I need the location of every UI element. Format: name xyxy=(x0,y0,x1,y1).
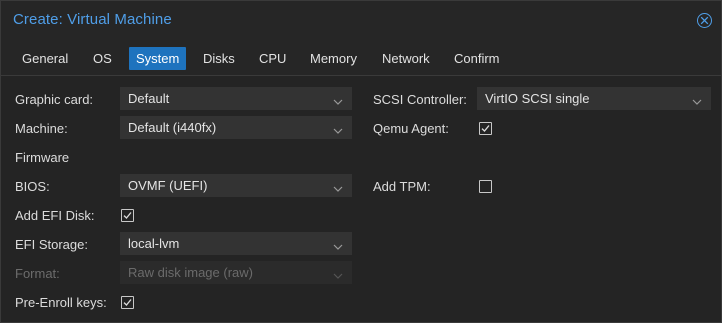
add-tpm-checkbox[interactable] xyxy=(479,180,492,193)
add-efi-disk-label: Add EFI Disk: xyxy=(15,208,95,223)
system-form: Graphic card: Default Machine: Default (… xyxy=(1,76,721,322)
qemu-agent-label: Qemu Agent: xyxy=(373,121,449,136)
add-tpm-label: Add TPM: xyxy=(373,179,431,194)
machine-select[interactable]: Default (i440fx) xyxy=(120,116,352,139)
format-label: Format: xyxy=(15,266,60,281)
tab-network[interactable]: Network xyxy=(375,47,437,70)
checkmark-icon xyxy=(123,299,132,306)
scsi-controller-label: SCSI Controller: xyxy=(373,92,467,107)
efi-storage-value: local-lvm xyxy=(128,236,180,251)
chevron-down-icon xyxy=(333,268,343,283)
scsi-controller-select[interactable]: VirtIO SCSI single xyxy=(477,87,711,110)
graphic-card-select[interactable]: Default xyxy=(120,87,352,110)
pre-enroll-keys-label: Pre-Enroll keys: xyxy=(15,295,107,310)
firmware-heading: Firmware xyxy=(15,150,70,165)
format-select: Raw disk image (raw) xyxy=(120,261,352,284)
graphic-card-value: Default xyxy=(128,91,170,106)
bios-label: BIOS: xyxy=(15,179,50,194)
checkmark-icon xyxy=(123,212,132,219)
checkmark-icon xyxy=(481,125,490,132)
format-value: Raw disk image (raw) xyxy=(128,265,253,280)
bios-select[interactable]: OVMF (UEFI) xyxy=(120,174,352,197)
add-efi-disk-checkbox[interactable] xyxy=(121,209,134,222)
dialog-titlebar: Create: Virtual Machine xyxy=(1,1,721,39)
machine-value: Default (i440fx) xyxy=(128,120,217,135)
efi-storage-select[interactable]: local-lvm xyxy=(120,232,352,255)
close-circle-icon[interactable] xyxy=(697,13,712,28)
scsi-controller-value: VirtIO SCSI single xyxy=(485,91,590,106)
bios-value: OVMF (UEFI) xyxy=(128,178,208,193)
pre-enroll-keys-checkbox[interactable] xyxy=(121,296,134,309)
graphic-card-label: Graphic card: xyxy=(15,92,94,107)
tab-general[interactable]: General xyxy=(15,47,75,70)
chevron-down-icon xyxy=(333,181,343,196)
tab-memory[interactable]: Memory xyxy=(303,47,364,70)
chevron-down-icon xyxy=(333,94,343,109)
qemu-agent-checkbox[interactable] xyxy=(479,122,492,135)
create-vm-dialog: Create: Virtual Machine General OS Syste… xyxy=(0,0,722,323)
tab-cpu[interactable]: CPU xyxy=(252,47,293,70)
tab-confirm[interactable]: Confirm xyxy=(447,47,507,70)
tab-os[interactable]: OS xyxy=(86,47,119,70)
efi-storage-label: EFI Storage: xyxy=(15,237,88,252)
chevron-down-icon xyxy=(692,94,702,109)
wizard-tab-bar: General OS System Disks CPU Memory Netwo… xyxy=(1,39,721,76)
dialog-title: Create: Virtual Machine xyxy=(13,11,172,28)
tab-disks[interactable]: Disks xyxy=(196,47,242,70)
tab-system[interactable]: System xyxy=(129,47,187,70)
chevron-down-icon xyxy=(333,239,343,254)
chevron-down-icon xyxy=(333,123,343,138)
machine-label: Machine: xyxy=(15,121,68,136)
